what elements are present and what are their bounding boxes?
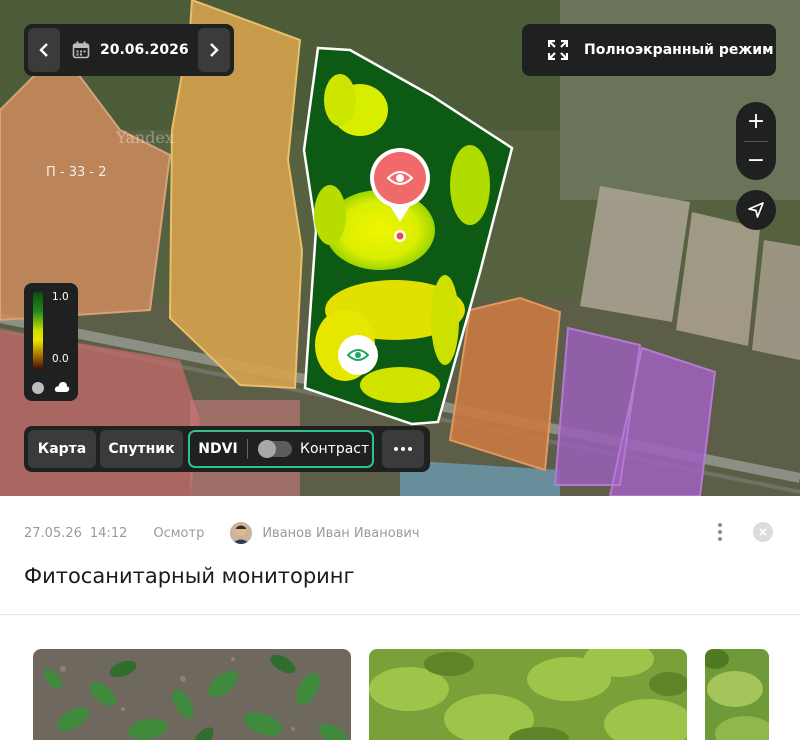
record-date: 27.05.26 (24, 525, 82, 541)
ndvi-divider (247, 439, 248, 459)
field-label: П - 33 - 2 (46, 165, 107, 180)
map-watermark: Yandex (116, 128, 174, 147)
date-value: 20.06.2026 (100, 42, 189, 58)
ndvi-legend: 1.0 0.0 (24, 283, 78, 401)
cloud-icon (54, 382, 70, 392)
chevron-left-icon (39, 43, 48, 57)
ndvi-gradient-scale (33, 292, 43, 370)
fullscreen-label: Полноэкранный режим (584, 42, 774, 58)
map-layer-toolbar: Карта Спутник NDVI Контраст (24, 426, 430, 472)
record-panel: 27.05.26 14:12 Осмотр Иванов Иван Иванов… (0, 496, 800, 740)
navigation-arrow-icon (748, 202, 764, 218)
photo-thumbnail[interactable] (705, 649, 769, 740)
record-type: Осмотр (153, 525, 205, 541)
avatar (230, 522, 253, 544)
toggle-knob (258, 440, 276, 458)
next-date-button[interactable] (198, 28, 230, 72)
photo-thumbnail[interactable] (369, 649, 687, 740)
contrast-label: Контраст (300, 441, 370, 457)
more-icon (394, 447, 412, 451)
zoom-in-button[interactable]: + (736, 102, 776, 141)
eye-marker[interactable] (338, 335, 378, 375)
close-button[interactable] (753, 522, 773, 542)
ndvi-layer-button[interactable]: NDVI (190, 432, 246, 466)
record-menu-button[interactable] (710, 520, 730, 544)
close-icon (759, 528, 767, 536)
legend-max-value: 1.0 (52, 291, 69, 303)
record-time: 14:12 (89, 525, 128, 541)
observation-pin-marker[interactable] (368, 148, 432, 248)
zoom-out-button[interactable]: − (736, 141, 776, 180)
map-view[interactable]: Yandex П - 33 - 2 20.06.2026 Полноэкранн… (0, 0, 800, 496)
record-title: Фитосанитарный мониторинг (24, 564, 355, 588)
no-data-swatch-icon (32, 382, 44, 394)
more-options-button[interactable] (382, 430, 424, 468)
calendar-icon (72, 41, 90, 59)
zoom-control: + − (736, 102, 776, 180)
record-author[interactable]: Иванов Иван Иванович (262, 526, 419, 541)
date-selector: 20.06.2026 (24, 24, 234, 76)
date-display[interactable]: 20.06.2026 (72, 24, 189, 76)
chevron-right-icon (210, 43, 219, 57)
photo-thumbnail[interactable] (33, 649, 351, 740)
map-layer-button[interactable]: Карта (28, 430, 96, 468)
section-divider (0, 614, 800, 615)
locate-button[interactable] (736, 190, 776, 230)
eye-icon (347, 349, 369, 361)
record-meta: 27.05.26 14:12 Осмотр Иванов Иван Иванов… (24, 522, 420, 544)
legend-min-value: 0.0 (52, 353, 69, 365)
ndvi-layer-group: NDVI Контраст (188, 430, 374, 468)
contrast-toggle[interactable] (258, 440, 292, 458)
previous-date-button[interactable] (28, 28, 60, 72)
satellite-layer-button[interactable]: Спутник (100, 430, 183, 468)
fullscreen-icon (548, 40, 568, 60)
fullscreen-button[interactable]: Полноэкранный режим (522, 24, 776, 76)
